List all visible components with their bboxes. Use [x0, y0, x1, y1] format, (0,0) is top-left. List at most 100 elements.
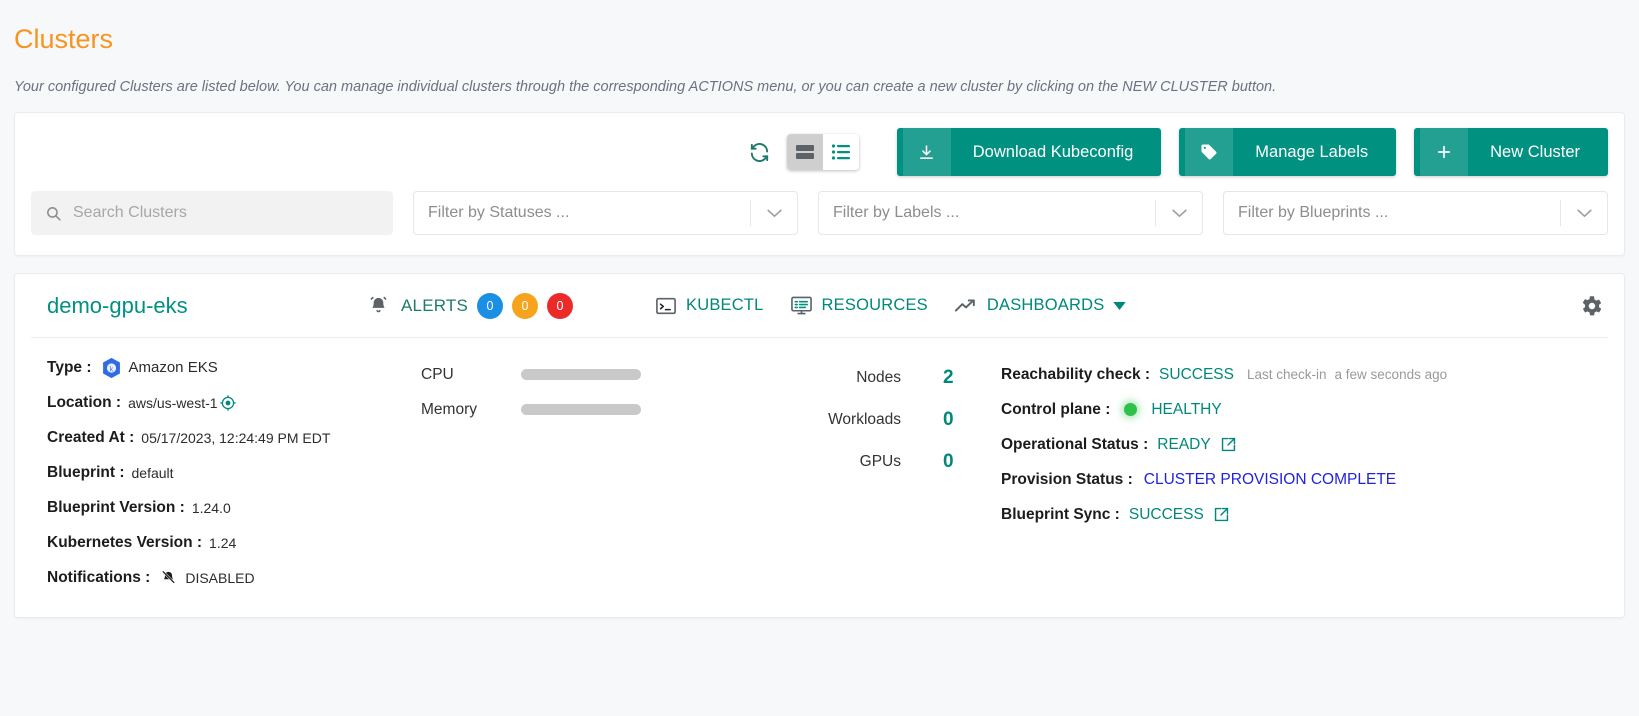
alerts-label: ALERTS	[401, 295, 469, 315]
chevron-down-icon[interactable]	[1156, 209, 1202, 218]
cluster-status-column: Reachability check : SUCCESS Last check-…	[1001, 350, 1608, 595]
status-row-control-plane: Control plane : HEALTHY	[1001, 392, 1608, 427]
tag-icon	[1185, 128, 1234, 176]
filter-labels-select[interactable]: Filter by Labels ...	[818, 191, 1203, 235]
kubectl-button[interactable]: KUBECTL	[655, 296, 764, 316]
filter-statuses-placeholder: Filter by Statuses ...	[428, 204, 570, 221]
resources-button[interactable]: RESOURCES	[790, 295, 928, 316]
search-icon	[45, 205, 62, 222]
location-target-icon	[219, 394, 236, 411]
search-input[interactable]: Search Clusters	[31, 191, 393, 235]
alerts-group[interactable]: ALERTS 0 0 0	[367, 292, 574, 319]
alerts-badge-critical[interactable]: 0	[547, 292, 574, 319]
cluster-info-column: Type : k Amazon EKS Location : aws/us-we…	[31, 350, 421, 595]
memory-meter-track	[521, 404, 641, 415]
manage-labels-label: Manage Labels	[1255, 142, 1369, 161]
card-view-icon[interactable]	[786, 134, 823, 170]
location-label: Location :	[47, 393, 122, 411]
provision-status-value[interactable]: CLUSTER PROVISION COMPLETE	[1144, 471, 1396, 489]
cpu-label: CPU	[421, 365, 454, 383]
manage-labels-button[interactable]: Manage Labels	[1179, 128, 1397, 176]
info-row-notifications: Notifications : DISABLED	[47, 560, 421, 595]
status-row-operational: Operational Status : READY	[1001, 427, 1608, 462]
blueprint-sync-value: SUCCESS	[1128, 505, 1204, 523]
meter-memory: Memory	[421, 392, 781, 427]
notifications-value: DISABLED	[185, 569, 255, 586]
cluster-header-actions: KUBECTL RESOURCES DASHBOARDS	[655, 295, 1127, 316]
count-workloads: Workloads 0	[781, 399, 1001, 441]
cluster-card: demo-gpu-eks ALERTS 0 0 0 KUBECTL RESOUR…	[14, 273, 1625, 618]
meter-cpu: CPU	[421, 357, 781, 392]
nodes-label: Nodes	[856, 369, 901, 386]
new-cluster-button[interactable]: New Cluster	[1414, 128, 1608, 176]
download-kubeconfig-label: Download Kubeconfig	[972, 142, 1134, 161]
blueprint-label: Blueprint :	[47, 463, 125, 481]
last-checkin-label: Last check-in	[1246, 367, 1327, 382]
page-description: Your configured Clusters are listed belo…	[14, 79, 1277, 95]
alerts-badge-info[interactable]: 0	[477, 292, 504, 319]
alerts-badge-warning[interactable]: 0	[512, 292, 539, 319]
location-value: aws/us-west-1	[128, 394, 218, 411]
status-dot-healthy	[1124, 403, 1138, 416]
list-view-icon[interactable]	[823, 134, 859, 170]
control-plane-value: HEALTHY	[1151, 400, 1222, 418]
filter-blueprints-placeholder: Filter by Blueprints ...	[1238, 204, 1389, 221]
chevron-down-icon[interactable]	[751, 209, 797, 218]
last-checkin-value: a few seconds ago	[1334, 367, 1448, 382]
refresh-icon[interactable]	[743, 135, 777, 169]
operational-status-label: Operational Status :	[1001, 435, 1149, 453]
memory-label: Memory	[421, 400, 477, 418]
cluster-card-header: demo-gpu-eks ALERTS 0 0 0 KUBECTL RESOUR…	[31, 274, 1608, 338]
view-mode-toggle[interactable]	[786, 134, 859, 170]
created-at-label: Created At :	[47, 428, 135, 446]
page-title: Clusters	[14, 24, 114, 54]
external-link-icon[interactable]	[1213, 506, 1230, 523]
info-row-kubernetes-version: Kubernetes Version : 1.24	[47, 525, 421, 560]
reachability-value: SUCCESS	[1159, 365, 1234, 383]
svg-text:k: k	[109, 366, 113, 373]
terminal-icon	[655, 296, 677, 316]
trend-up-icon	[954, 297, 978, 315]
resources-list-icon	[790, 295, 813, 316]
filters-row: Search Clusters Filter by Statuses ... F…	[31, 191, 1608, 235]
blueprint-sync-label: Blueprint Sync :	[1001, 505, 1120, 523]
download-kubeconfig-button[interactable]: Download Kubeconfig	[896, 128, 1162, 176]
kubernetes-eks-icon: k	[101, 357, 122, 379]
control-plane-label: Control plane :	[1001, 400, 1111, 418]
gear-icon[interactable]	[1578, 293, 1604, 319]
nodes-value: 2	[943, 367, 954, 388]
dashboards-button[interactable]: DASHBOARDS	[954, 296, 1127, 315]
info-row-type: Type : k Amazon EKS	[47, 350, 421, 385]
provision-status-label: Provision Status :	[1001, 470, 1133, 488]
status-row-provision: Provision Status : CLUSTER PROVISION COM…	[1001, 462, 1608, 497]
kubernetes-version-value: 1.24	[209, 534, 237, 551]
blueprint-version-value: 1.24.0	[191, 499, 231, 516]
blueprint-value: default	[131, 464, 174, 481]
cluster-name-link[interactable]: demo-gpu-eks	[47, 293, 367, 319]
count-gpus: GPUs 0	[781, 441, 1001, 483]
external-link-icon[interactable]	[1220, 436, 1237, 453]
caret-down-icon[interactable]	[1113, 301, 1127, 310]
cluster-card-body: Type : k Amazon EKS Location : aws/us-we…	[31, 338, 1608, 595]
chevron-down-icon[interactable]	[1561, 209, 1607, 218]
status-row-reachability: Reachability check : SUCCESS Last check-…	[1001, 357, 1608, 392]
info-row-blueprint-version: Blueprint Version : 1.24.0	[47, 490, 421, 525]
created-at-value: 05/17/2023, 12:24:49 PM EDT	[141, 429, 331, 446]
bell-alert-icon	[367, 294, 390, 317]
filter-blueprints-select[interactable]: Filter by Blueprints ...	[1223, 191, 1608, 235]
info-row-blueprint: Blueprint : default	[47, 455, 421, 490]
status-row-blueprint-sync: Blueprint Sync : SUCCESS	[1001, 497, 1608, 532]
info-row-created-at: Created At : 05/17/2023, 12:24:49 PM EDT	[47, 420, 421, 455]
filter-statuses-select[interactable]: Filter by Statuses ...	[413, 191, 798, 235]
gpus-label: GPUs	[859, 453, 901, 470]
bell-off-icon	[160, 569, 177, 586]
filter-labels-placeholder: Filter by Labels ...	[833, 204, 960, 221]
cpu-meter-track	[521, 369, 641, 380]
info-row-location: Location : aws/us-west-1	[47, 385, 421, 420]
clusters-page: Clusters Your configured Clusters are li…	[0, 24, 1639, 716]
filters-card: Download Kubeconfig Manage Labels New Cl…	[14, 112, 1625, 256]
notifications-label: Notifications :	[47, 568, 151, 586]
blueprint-version-label: Blueprint Version :	[47, 498, 185, 516]
count-nodes: Nodes 2	[781, 357, 1001, 399]
resources-label: RESOURCES	[821, 296, 928, 314]
